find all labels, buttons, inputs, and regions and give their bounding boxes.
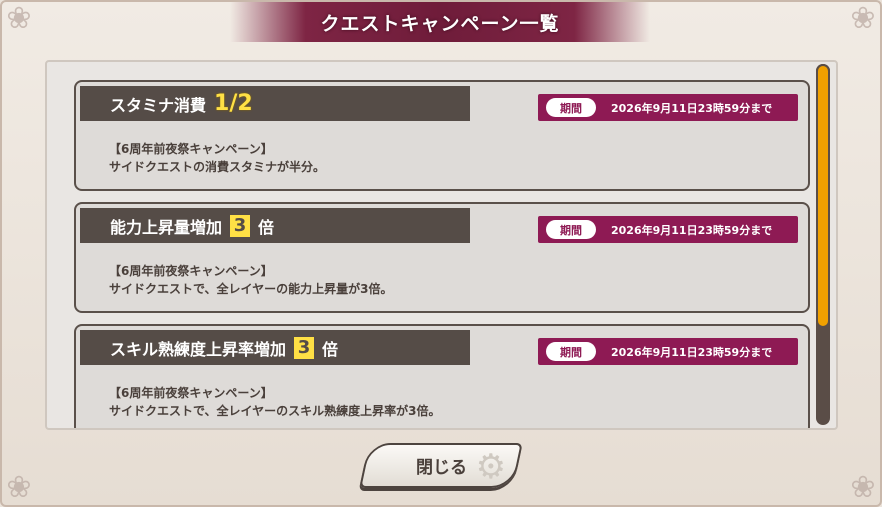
ornament-icon: ❀ (850, 470, 876, 505)
campaign-description: 【6周年前夜祭キャンペーン】 サイドクエストで、全レイヤーの能力上昇量が3倍。 (109, 262, 393, 298)
period-text: 2026年9月11日23時59分まで (611, 101, 773, 115)
campaign-header: スタミナ消費 1/2 (80, 86, 470, 121)
campaign-detail: サイドクエストで、全レイヤーのスキル熟練度上昇率が3倍。 (109, 404, 441, 418)
campaign-event-name: 【6周年前夜祭キャンペーン】 (109, 264, 273, 278)
campaign-multiplier-suffix: 倍 (322, 339, 339, 359)
campaign-card: スキル熟練度上昇率増加 3 倍 期間 2026年9月11日23時59分まで 【6… (74, 324, 810, 428)
scrollbar[interactable] (816, 64, 830, 425)
campaign-header: 能力上昇量増加 3 倍 (80, 208, 470, 243)
campaign-description: 【6周年前夜祭キャンペーン】 サイドクエストで、全レイヤーのスキル熟練度上昇率が… (109, 384, 441, 420)
campaign-name: スキル熟練度上昇率増加 (110, 339, 287, 359)
ornament-icon: ❀ (6, 470, 32, 505)
close-button[interactable]: 閉じる ⚙ (359, 443, 523, 488)
period-badge: 期間 2026年9月11日23時59分まで (538, 216, 798, 243)
campaign-event-name: 【6周年前夜祭キャンペーン】 (109, 142, 273, 156)
campaign-event-name: 【6周年前夜祭キャンペーン】 (109, 386, 273, 400)
campaign-multiplier: 3 (294, 336, 315, 359)
campaign-multiplier-suffix: 倍 (258, 217, 275, 237)
ornament-icon: ❀ (850, 1, 876, 36)
scrollbar-thumb[interactable] (816, 64, 830, 328)
close-button-label: 閉じる (415, 458, 467, 478)
campaign-card: 能力上昇量増加 3 倍 期間 2026年9月11日23時59分まで 【6周年前夜… (74, 202, 810, 313)
campaign-description: 【6周年前夜祭キャンペーン】 サイドクエストの消費スタミナが半分。 (109, 140, 325, 176)
gear-icon: ⚙ (475, 447, 506, 487)
campaign-detail: サイドクエストで、全レイヤーの能力上昇量が3倍。 (109, 282, 393, 296)
period-text: 2026年9月11日23時59分まで (611, 223, 773, 237)
campaign-list[interactable]: スタミナ消費 1/2 期間 2026年9月11日23時59分まで 【6周年前夜祭… (45, 60, 838, 430)
ornament-icon: ❀ (6, 1, 32, 36)
campaign-name: スタミナ消費 (110, 95, 207, 115)
campaign-multiplier: 1/2 (214, 91, 253, 116)
campaign-detail: サイドクエストの消費スタミナが半分。 (109, 160, 326, 174)
campaign-name: 能力上昇量増加 (110, 217, 223, 237)
dialog-title: クエストキャンペーン一覧 (320, 12, 560, 35)
period-badge: 期間 2026年9月11日23時59分まで (538, 94, 798, 121)
period-label: 期間 (546, 342, 596, 361)
period-label: 期間 (546, 98, 596, 117)
dialog-title-bar: クエストキャンペーン一覧 (230, 2, 650, 42)
period-text: 2026年9月11日23時59分まで (611, 345, 773, 359)
campaign-header: スキル熟練度上昇率増加 3 倍 (80, 330, 470, 365)
period-badge: 期間 2026年9月11日23時59分まで (538, 338, 798, 365)
campaign-card: スタミナ消費 1/2 期間 2026年9月11日23時59分まで 【6周年前夜祭… (74, 80, 810, 191)
campaign-multiplier: 3 (230, 214, 251, 237)
period-label: 期間 (546, 220, 596, 239)
